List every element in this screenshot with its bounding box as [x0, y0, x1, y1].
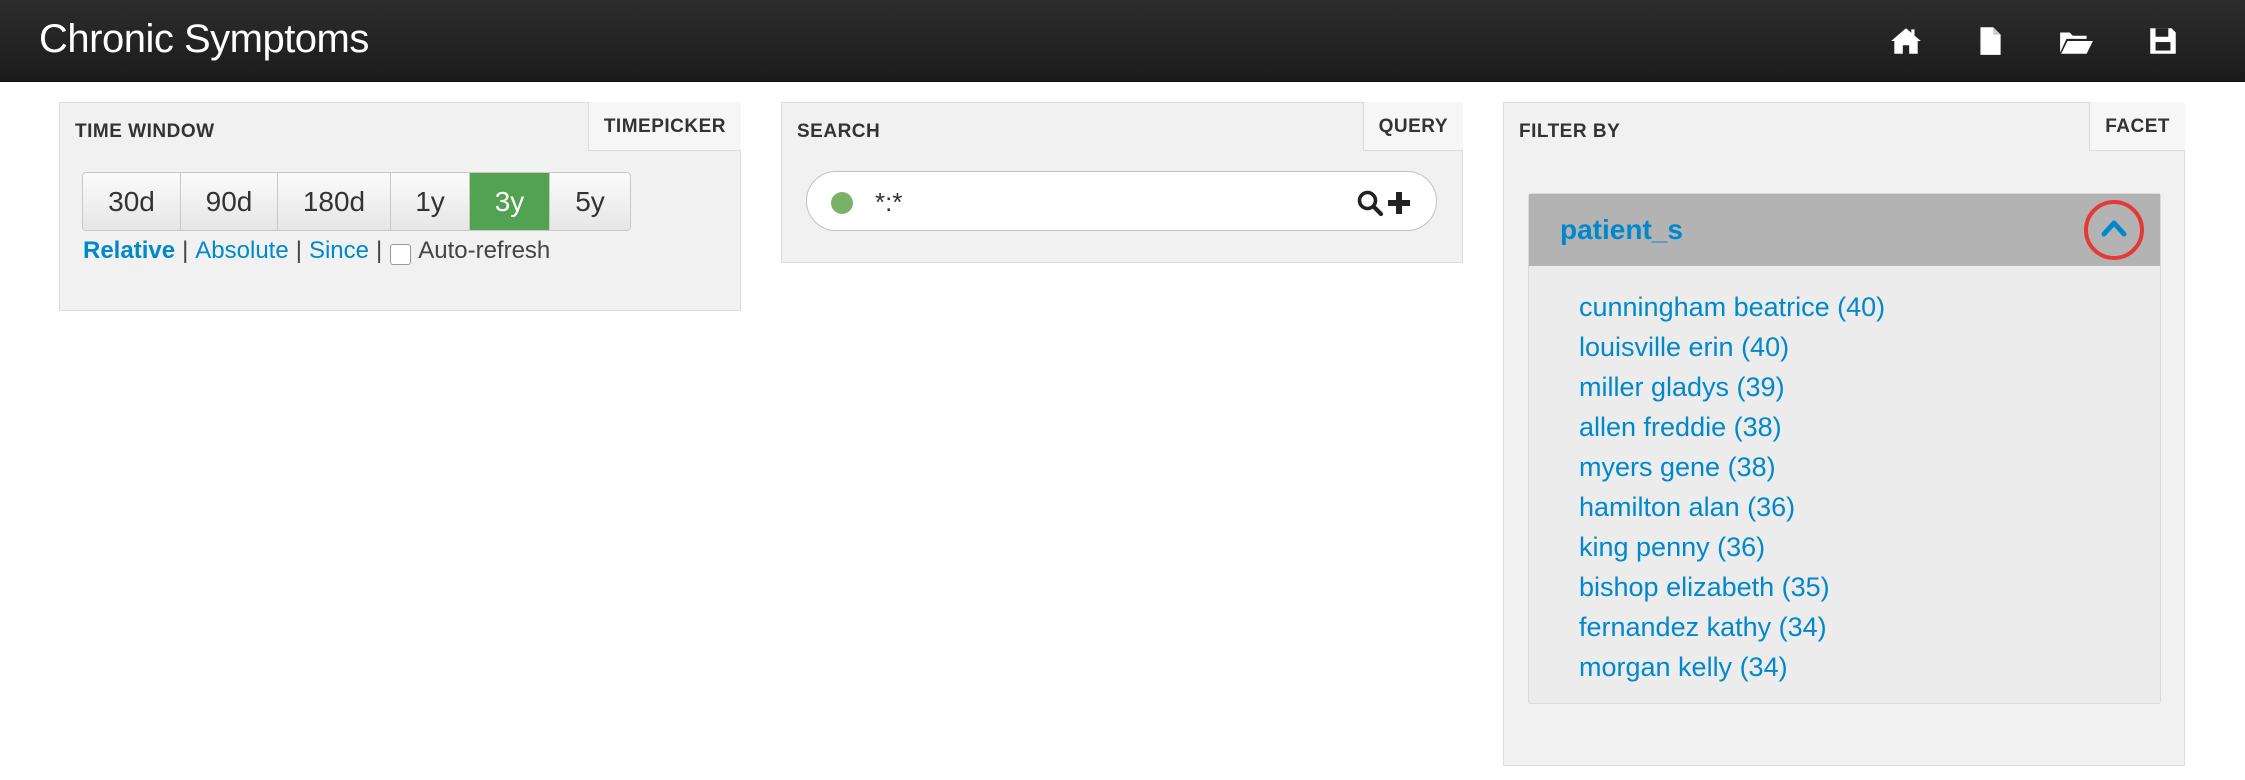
time-mode-row: Relative | Absolute | Since | Auto-refre… — [83, 237, 550, 265]
panel-title-search: SEARCH — [797, 121, 881, 142]
facet-value-item[interactable]: king penny (36) — [1579, 527, 1885, 567]
time-button-5y[interactable]: 5y — [550, 173, 630, 230]
query-input[interactable] — [875, 184, 1315, 220]
navbar: Chronic Symptoms — [0, 0, 2245, 82]
panel-title-filter-by: FILTER BY — [1519, 121, 1621, 142]
home-icon[interactable] — [1889, 24, 1923, 58]
facet-box: patient_s cunningham beatrice (40) louis… — [1528, 193, 2161, 704]
time-button-90d[interactable]: 90d — [181, 173, 278, 230]
auto-refresh-label: Auto-refresh — [418, 237, 551, 264]
facet-value-item[interactable]: hamilton alan (36) — [1579, 487, 1885, 527]
time-button-3y[interactable]: 3y — [470, 173, 550, 230]
mode-absolute-link[interactable]: Absolute — [195, 237, 288, 265]
facet-value-item[interactable]: morgan kelly (34) — [1579, 647, 1885, 687]
time-range-button-group: 30d 90d 180d 1y 3y 5y — [82, 172, 631, 231]
add-query-icon[interactable] — [1385, 189, 1413, 217]
app-title[interactable]: Chronic Symptoms — [39, 17, 369, 62]
mode-relative-link[interactable]: Relative — [83, 237, 175, 265]
tab-timepicker[interactable]: TIMEPICKER — [587, 102, 741, 151]
open-folder-icon[interactable] — [2058, 24, 2094, 58]
facet-header: patient_s — [1529, 194, 2160, 266]
time-button-180d[interactable]: 180d — [278, 173, 391, 230]
mode-since-link[interactable]: Since — [309, 237, 369, 265]
tab-query[interactable]: QUERY — [1362, 102, 1463, 151]
facet-value-list: cunningham beatrice (40) louisville erin… — [1579, 287, 1885, 687]
time-button-30d[interactable]: 30d — [83, 173, 181, 230]
chevron-up-icon — [2101, 220, 2127, 237]
save-icon[interactable] — [2146, 24, 2180, 58]
filter-panel: FILTER BY FACET patient_s cunningham bea… — [1503, 102, 2185, 766]
facet-value-item[interactable]: bishop elizabeth (35) — [1579, 567, 1885, 607]
search-panel: SEARCH QUERY — [781, 102, 1463, 263]
tab-facet[interactable]: FACET — [2089, 102, 2185, 151]
facet-value-item[interactable]: cunningham beatrice (40) — [1579, 287, 1885, 327]
auto-refresh-checkbox[interactable] — [390, 243, 412, 265]
separator: | — [295, 237, 302, 264]
separator: | — [375, 237, 383, 264]
facet-value-item[interactable]: miller gladys (39) — [1579, 367, 1885, 407]
facet-value-item[interactable]: myers gene (38) — [1579, 447, 1885, 487]
time-button-1y[interactable]: 1y — [391, 173, 470, 230]
facet-value-item[interactable]: allen freddie (38) — [1579, 407, 1885, 447]
facet-value-item[interactable]: louisville erin (40) — [1579, 327, 1885, 367]
query-status-dot[interactable] — [831, 192, 853, 214]
search-icon[interactable] — [1356, 189, 1384, 217]
separator: | — [182, 237, 189, 264]
collapse-toggle-button[interactable] — [2084, 200, 2144, 260]
facet-field-name[interactable]: patient_s — [1560, 214, 1683, 246]
new-document-icon[interactable] — [1973, 24, 2007, 58]
timepicker-panel: TIME WINDOW TIMEPICKER 30d 90d 180d 1y 3… — [59, 102, 741, 311]
query-box — [806, 171, 1437, 231]
panel-title-time-window: TIME WINDOW — [75, 121, 215, 142]
facet-value-item[interactable]: fernandez kathy (34) — [1579, 607, 1885, 647]
